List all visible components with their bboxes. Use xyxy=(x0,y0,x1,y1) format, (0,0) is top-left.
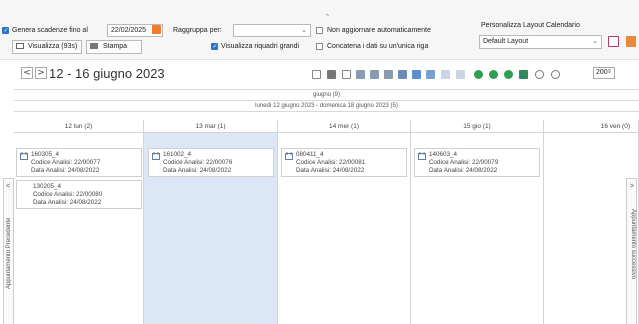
appointment-title: 140603_4 xyxy=(429,151,458,158)
day-header: 13 mar (1) xyxy=(144,120,278,133)
refresh-green-icon[interactable] xyxy=(489,70,498,79)
genera-date-value: 22/02/2025 xyxy=(111,27,147,34)
appointment-title: 130205_4 xyxy=(33,183,62,190)
chevron-down-icon: ⌄ xyxy=(592,38,598,45)
visualizza-riquadri-checkbox[interactable] xyxy=(211,43,218,50)
visualizza-riquadri-label: Visualizza riquadri grandi xyxy=(221,43,300,50)
prev-appointment-label: Appuntamento Precedente xyxy=(6,217,12,289)
visualizza-button[interactable]: Visualizza (93s) xyxy=(12,40,82,54)
stampa-button[interactable]: Stampa xyxy=(86,40,142,54)
month-header: giugno (9) xyxy=(14,90,639,101)
appointment-card[interactable]: 080411_4 Codice Analisi: 22/00081 Data A… xyxy=(281,148,407,177)
appointment-data: Data Analisi: 24/08/2022 xyxy=(429,167,498,174)
layout-label: Personalizza Layout Calendario xyxy=(481,22,580,29)
non-aggiornare-checkbox[interactable] xyxy=(316,27,323,34)
appointment-data: Data Analisi: 24/08/2022 xyxy=(33,199,102,206)
raggruppa-label: Raggruppa per: xyxy=(173,27,222,34)
zoom-in-icon[interactable] xyxy=(535,70,544,79)
appointment-card[interactable]: 161002_4 Codice Analisi: 22/00076 Data A… xyxy=(148,148,274,177)
appointment-codice: Codice Analisi: 22/00077 xyxy=(31,159,101,166)
export-excel-icon[interactable] xyxy=(519,70,528,79)
document-icon[interactable] xyxy=(312,70,321,79)
appointment-data: Data Analisi: 24/08/2022 xyxy=(163,167,232,174)
day-header: 12 lun (2) xyxy=(14,120,144,133)
day-header: 14 mer (1) xyxy=(278,120,411,133)
printer-icon xyxy=(90,43,98,49)
chevron-left-icon: < xyxy=(6,183,11,190)
appointment-card[interactable]: 140603_4 Codice Analisi: 22/00079 Data A… xyxy=(414,148,540,177)
visualizza-button-label: Visualizza (93s) xyxy=(27,43,78,50)
appointment-card[interactable]: 160305_4 Codice Analisi: 22/00077 Data A… xyxy=(16,148,142,177)
day-header: 15 gio (1) xyxy=(411,120,544,133)
delete-layout-icon[interactable] xyxy=(626,36,636,47)
appointment-data: Data Analisi: 24/08/2022 xyxy=(296,167,365,174)
view-month-icon[interactable] xyxy=(398,70,407,79)
view-timeline-icon[interactable] xyxy=(412,70,421,79)
print-icon[interactable] xyxy=(327,70,336,79)
calendar-event-icon xyxy=(285,152,293,160)
appointment-codice: Codice Analisi: 22/00080 xyxy=(33,191,103,198)
non-aggiornare-label: Non aggiornare automaticamente xyxy=(327,27,431,34)
raggruppa-select[interactable]: ⌄ xyxy=(233,24,311,37)
play-green-icon[interactable] xyxy=(504,70,513,79)
chevron-right-icon: > xyxy=(37,68,45,78)
prev-week-button[interactable]: < xyxy=(21,67,33,79)
day-column[interactable] xyxy=(544,120,639,324)
zoom-spinner[interactable]: 200 ⇕ xyxy=(593,67,615,79)
appointment-data: Data Analisi: 24/08/2022 xyxy=(31,167,100,174)
view-list-icon[interactable] xyxy=(441,70,450,79)
zoom-out-icon[interactable] xyxy=(551,70,560,79)
chevron-left-icon: < xyxy=(23,68,31,78)
zoom-value: 200 xyxy=(596,69,608,76)
date-range-title: 12 - 16 giugno 2023 xyxy=(49,66,165,81)
day-header: 16 ven (0) xyxy=(544,120,639,133)
add-green-icon[interactable] xyxy=(474,70,483,79)
concatena-checkbox[interactable] xyxy=(316,43,323,50)
page-icon[interactable] xyxy=(342,70,351,79)
calendar-icon[interactable] xyxy=(152,25,161,34)
view-week-icon[interactable] xyxy=(384,70,393,79)
genera-scadenze-checkbox[interactable] xyxy=(2,27,9,34)
small-caret-icon: ^ xyxy=(326,14,329,20)
view-grid-icon[interactable] xyxy=(456,70,465,79)
concatena-label: Concatena i dati su un'unica riga xyxy=(327,43,429,50)
appointment-codice: Codice Analisi: 22/00081 xyxy=(296,159,366,166)
appointment-card[interactable]: 130205_4 Codice Analisi: 22/00080 Data A… xyxy=(16,180,142,209)
next-week-button[interactable]: > xyxy=(35,67,47,79)
toolbar: Genera scadenze fino al 22/02/2025 Visua… xyxy=(0,0,639,60)
grid-icon xyxy=(16,43,24,49)
calendar-grid: giugno (9) lunedì 12 giugno 2023 - domen… xyxy=(14,89,639,324)
stampa-button-label: Stampa xyxy=(102,43,128,50)
layout-value: Default Layout xyxy=(483,38,529,45)
calendar-event-icon xyxy=(20,152,28,160)
week-header: lunedì 12 giugno 2023 - domenica 18 giug… xyxy=(14,101,639,112)
next-appointment-tab[interactable]: > Appuntamento successivo xyxy=(626,178,637,324)
layout-select[interactable]: Default Layout ⌄ xyxy=(479,35,602,49)
view-day-icon[interactable] xyxy=(356,70,365,79)
appointment-title: 080411_4 xyxy=(296,151,324,158)
calendar-event-icon xyxy=(418,152,426,160)
genera-scadenze-label: Genera scadenze fino al xyxy=(12,27,88,34)
chevron-right-icon: > xyxy=(630,183,635,190)
spin-arrows-icon: ⇕ xyxy=(606,69,612,75)
view-workweek-icon[interactable] xyxy=(370,70,379,79)
calendar-event-icon xyxy=(152,152,160,160)
appointment-title: 160305_4 xyxy=(31,151,60,158)
appointment-codice: Codice Analisi: 22/00079 xyxy=(429,159,499,166)
next-appointment-label: Appuntamento successivo xyxy=(630,209,636,280)
save-layout-icon[interactable] xyxy=(608,36,619,47)
view-agenda-icon[interactable] xyxy=(426,70,435,79)
chevron-down-icon: ⌄ xyxy=(301,27,307,34)
appointment-codice: Codice Analisi: 22/00076 xyxy=(163,159,233,166)
prev-appointment-tab[interactable]: < Appuntamento Precedente xyxy=(3,178,14,324)
appointment-title: 161002_4 xyxy=(163,151,192,158)
